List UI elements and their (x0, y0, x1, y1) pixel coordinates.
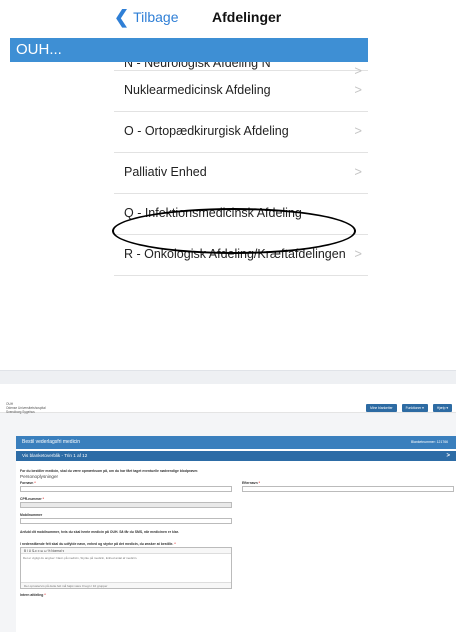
nav-bar: ❮ Tilbage Afdelinger (104, 0, 368, 38)
required-mark: * (174, 542, 176, 546)
functions-button[interactable]: Funktioner ▾ (401, 404, 428, 412)
back-label: Tilbage (133, 9, 179, 25)
list-item[interactable]: Nuklearmedicinsk Afdeling > (114, 71, 368, 112)
cpr-input[interactable] (20, 502, 232, 508)
list-item-label: Palliativ Enhed (124, 165, 207, 179)
form-panel: Bestil vederlagsfri medicin Blanketnumme… (16, 436, 456, 632)
editor-toolbar[interactable]: B I U S̶ ≡ ≡ ⊞ ⊟ % Normal ▾ (21, 548, 231, 554)
mobile-hint: Anfuld dit mobilnummer, hvis du skal hen… (20, 530, 179, 534)
logo-line: Svendborg Sygehus (6, 410, 35, 414)
step-bar[interactable]: Vis blanketoverblik - Trin 1 af 12 > (16, 451, 456, 461)
editor-footer: Der oprustervrs på dette felt må højst v… (21, 582, 231, 588)
highlight-oval (112, 208, 356, 254)
firstname-label: Fornavn * (20, 481, 36, 485)
chevron-right-icon: > (354, 82, 362, 97)
lastname-label: Efternavn * (242, 481, 260, 485)
list-item[interactable]: Palliativ Enhed > (114, 153, 368, 194)
required-mark: * (34, 481, 36, 485)
my-forms-button[interactable]: Mine blanketter (366, 404, 397, 412)
order-form-screen: OUH Odense Universitetshospital Svendbor… (0, 384, 456, 632)
required-mark: * (258, 481, 260, 485)
section-heading: Personoplysninger (20, 474, 59, 479)
cpr-label: CPR-nummer * (20, 497, 44, 501)
next-field-label: Intern afdeling * (20, 593, 46, 597)
intro-text: For du bestiller medicin, skal du være o… (20, 469, 199, 473)
list-item[interactable]: O - Ortopædkirurgisk Afdeling > (114, 112, 368, 153)
medicine-editor[interactable]: B I U S̶ ≡ ≡ ⊞ ⊟ % Normal ▾ Det er vigti… (20, 547, 232, 589)
form-number: Blanketnummer: 121766 (411, 440, 448, 444)
firstname-label-text: Fornavn (20, 481, 34, 485)
list-item-label: Nuklearmedicinsk Afdeling (124, 83, 271, 97)
lastname-input[interactable] (242, 486, 454, 492)
required-mark: * (44, 593, 46, 597)
search-banner[interactable]: OUH... (10, 38, 368, 62)
chevron-left-icon: ❮ (114, 7, 130, 27)
chevron-right-icon: > (354, 246, 362, 261)
page-title: Afdelinger (212, 9, 282, 25)
hospital-logo: OUH Odense Universitetshospital Svendbor… (6, 402, 46, 414)
list-item-label: O - Ortopædkirurgisk Afdeling (124, 124, 289, 138)
form-title-bar: Bestil vederlagsfri medicin Blanketnumme… (16, 436, 456, 449)
form-title: Bestil vederlagsfri medicin (22, 439, 81, 445)
firstname-input[interactable] (20, 486, 232, 492)
step-label: Vis blanketoverblik - Trin 1 af 12 (22, 453, 88, 458)
next-field-label-text: Intern afdeling (20, 593, 44, 597)
lastname-label-text: Efternavn (242, 481, 258, 485)
editor-placeholder: Det er vigtigt du angiver: Navn på medic… (23, 556, 138, 560)
required-mark: * (42, 497, 44, 501)
chevron-right-icon: > (354, 123, 362, 138)
mobile-label: Mobilnummer (20, 513, 43, 517)
cpr-label-text: CPR-nummer (20, 497, 42, 501)
chevron-right-icon: > (446, 453, 450, 459)
site-header: OUH Odense Universitetshospital Svendbor… (0, 384, 456, 414)
divider-band (0, 370, 456, 385)
help-button[interactable]: Hjælp ▾ (432, 404, 452, 412)
header-buttons: Mine blanketter Funktioner ▾ Hjælp ▾ (366, 404, 452, 412)
chevron-right-icon: > (354, 164, 362, 179)
back-button[interactable]: ❮ Tilbage (114, 7, 179, 27)
medicine-label-text: I nedenstående felt skal du udfylde navn… (20, 542, 174, 546)
mobile-input[interactable] (20, 518, 232, 524)
medicine-label: I nedenstående felt skal du udfylde navn… (20, 542, 176, 546)
